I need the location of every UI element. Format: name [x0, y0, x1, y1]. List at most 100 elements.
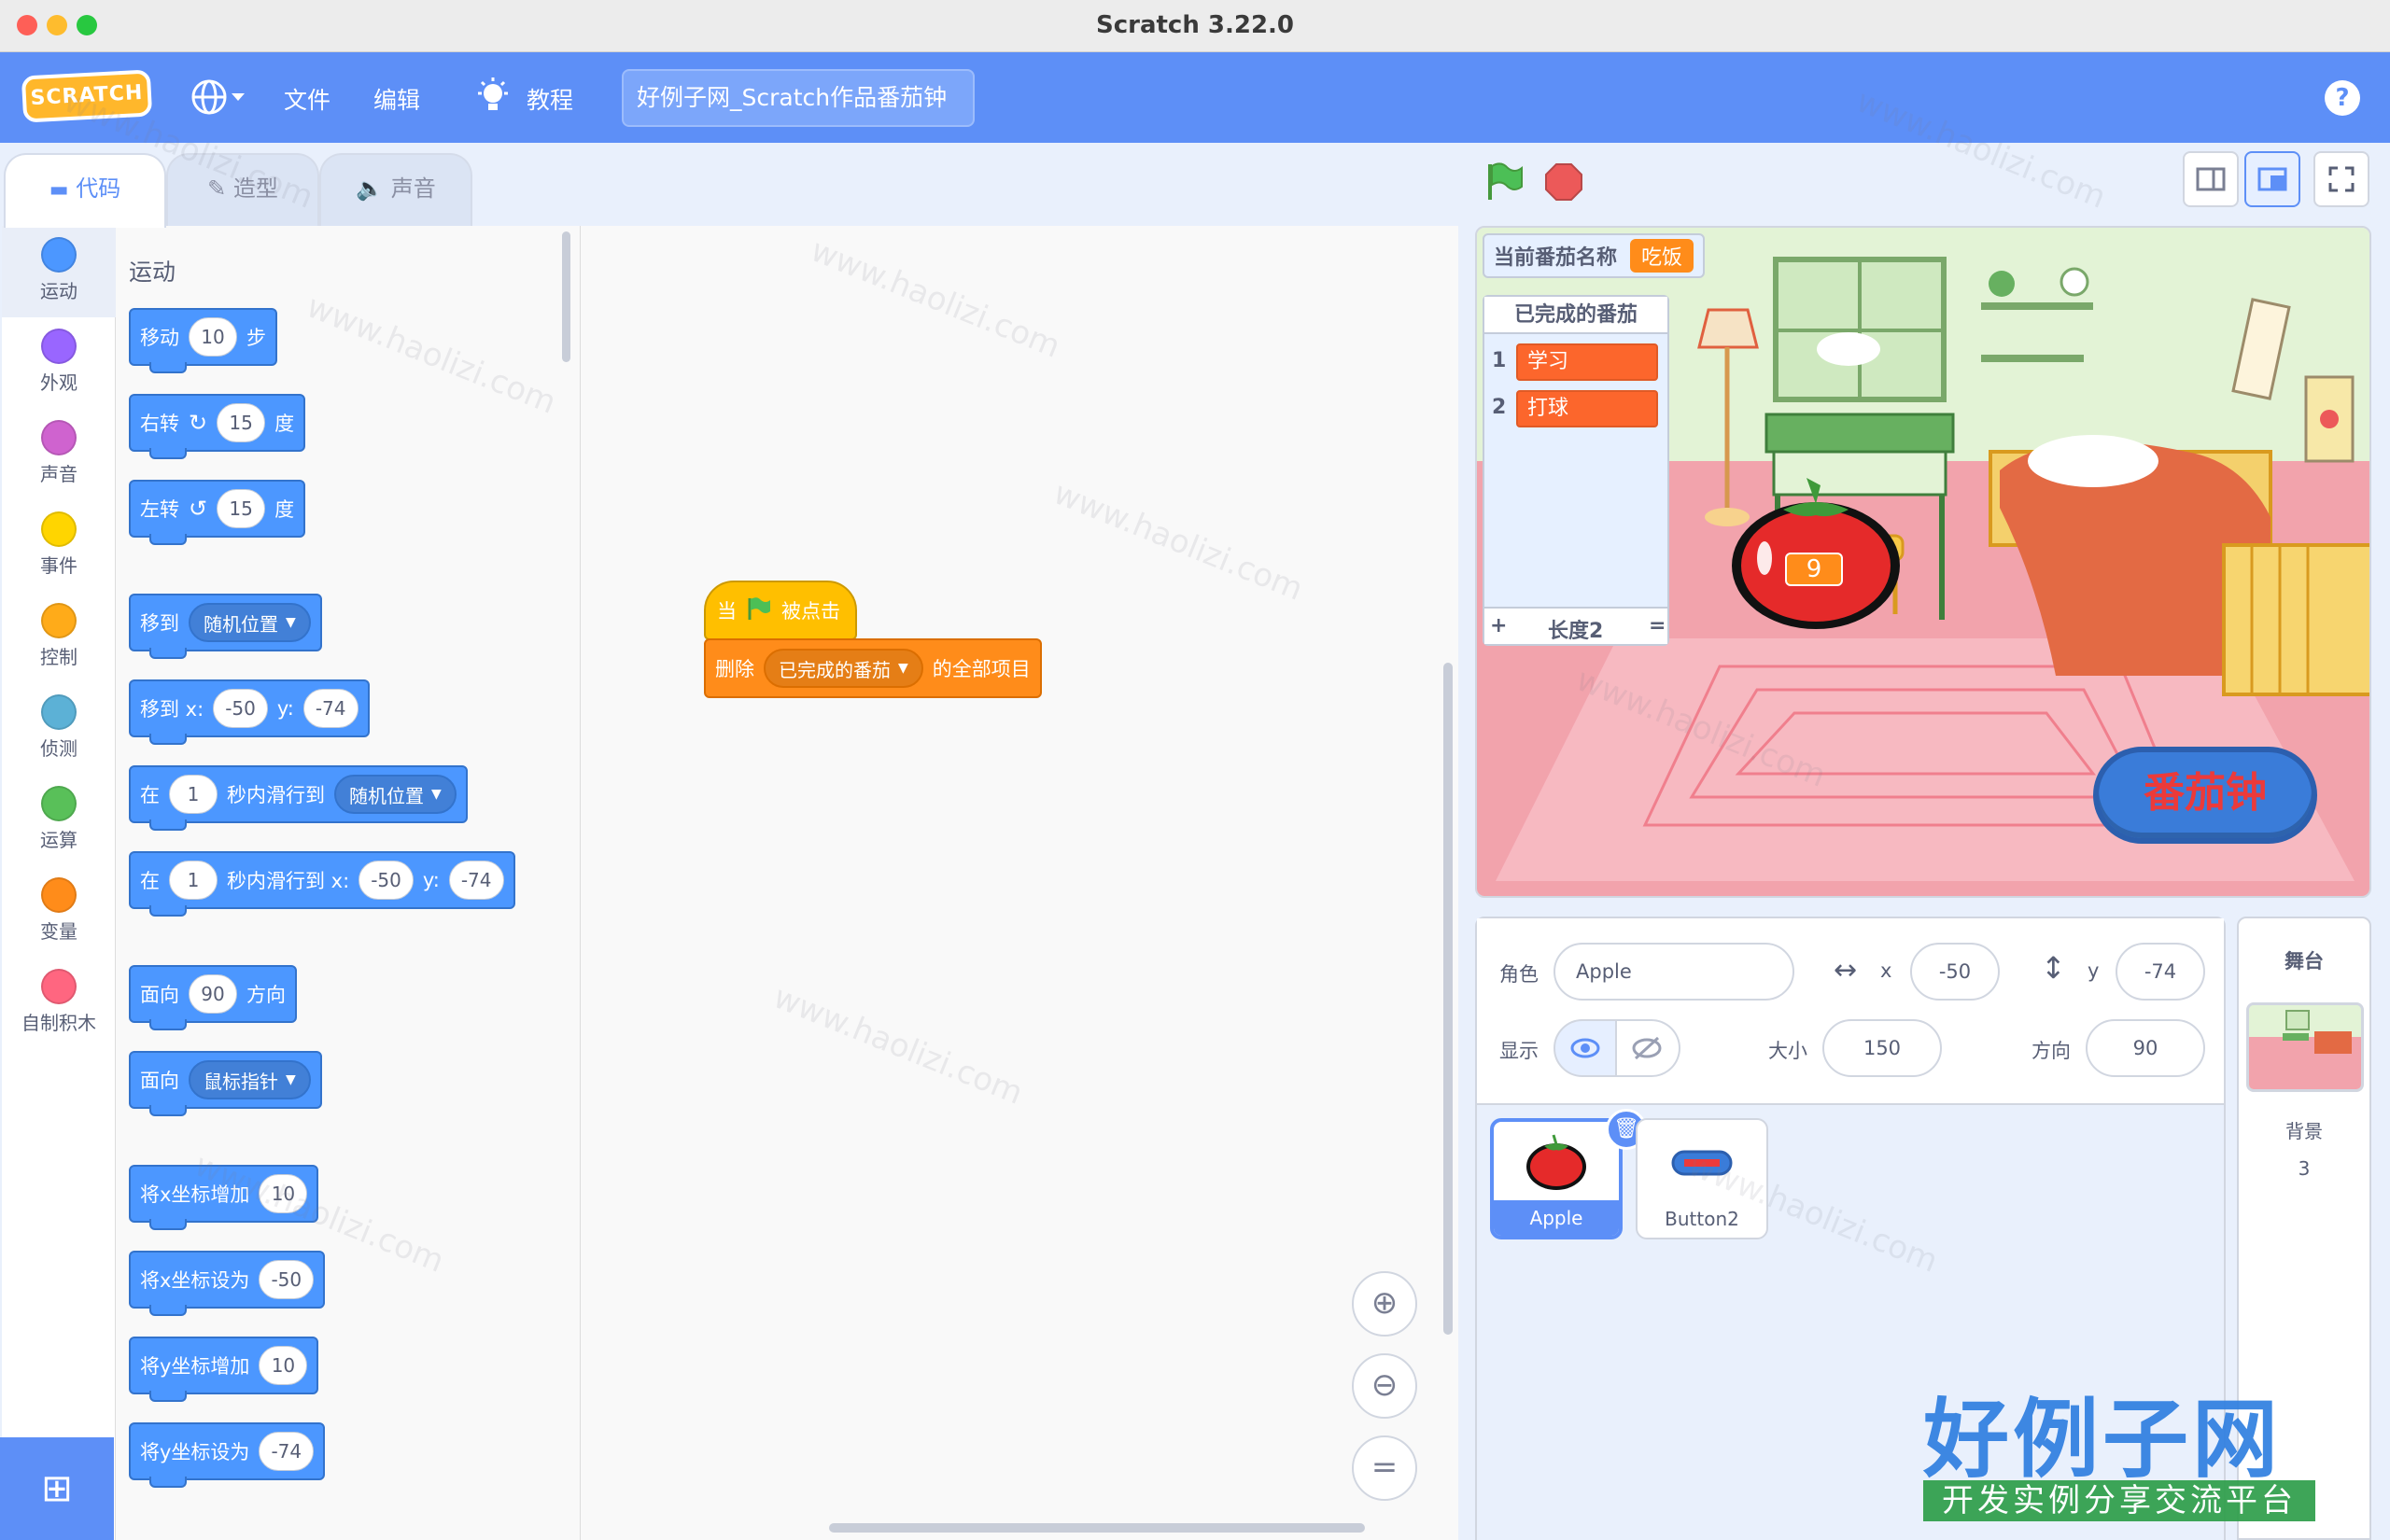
- dropdown-value: 鼠标指针: [204, 1070, 278, 1093]
- extension-icon: ⊞: [41, 1467, 73, 1510]
- block-set-x[interactable]: 将x坐标设为 -50: [129, 1251, 326, 1316]
- sprite-tile-apple[interactable]: Apple 🗑: [1490, 1109, 1647, 1239]
- scratch-logo[interactable]: SCRATCH: [21, 69, 153, 123]
- block-input[interactable]: 10: [189, 317, 237, 357]
- pomodoro-button-sprite[interactable]: 番茄钟: [2093, 747, 2317, 844]
- workspace-vertical-scrollbar[interactable]: [1443, 663, 1453, 1335]
- workspace-horizontal-scrollbar[interactable]: [829, 1523, 1365, 1533]
- brush-icon: ✎: [207, 175, 227, 202]
- direction-input[interactable]: 90: [2086, 1019, 2205, 1077]
- block-input[interactable]: 1: [169, 775, 218, 814]
- list-item[interactable]: 打球: [1516, 390, 1658, 427]
- list-add-button[interactable]: +: [1490, 614, 1507, 637]
- category-motion[interactable]: 运动: [2, 226, 116, 317]
- tutorials-lightbulb-icon[interactable]: [474, 77, 512, 119]
- apple-sprite[interactable]: 9: [1727, 474, 1905, 633]
- block-change-y[interactable]: 将y坐标增加 10: [129, 1337, 319, 1402]
- list-item[interactable]: 学习: [1516, 343, 1658, 381]
- tab-costumes[interactable]: ✎ 造型: [166, 153, 319, 228]
- y-input[interactable]: -74: [2116, 943, 2205, 1001]
- block-input[interactable]: -74: [448, 861, 504, 900]
- block-dropdown[interactable]: 鼠标指针 ▼: [189, 1060, 311, 1099]
- block-point-towards[interactable]: 面向 鼠标指针 ▼: [129, 1051, 322, 1116]
- category-motion-dot: [41, 237, 77, 273]
- block-goto-xy[interactable]: 移到 x: -50 y: -74: [129, 679, 370, 745]
- zoom-in-button[interactable]: ⊕: [1352, 1271, 1417, 1337]
- category-label: 侦测: [40, 737, 77, 760]
- block-input[interactable]: -50: [213, 689, 268, 728]
- block-input[interactable]: 90: [189, 974, 237, 1014]
- small-stage-button[interactable]: [2183, 151, 2239, 207]
- sprite-name-input[interactable]: Apple: [1554, 943, 1794, 1001]
- block-input[interactable]: -74: [259, 1432, 315, 1471]
- category-looks[interactable]: 外观: [2, 317, 116, 409]
- window-title: Scratch 3.22.0: [1095, 11, 1295, 39]
- dropdown-value: 已完成的番茄: [779, 658, 891, 681]
- zoom-reset-button[interactable]: =: [1352, 1435, 1417, 1501]
- block-input[interactable]: -50: [358, 861, 414, 900]
- add-extension-button[interactable]: ⊞: [0, 1437, 114, 1540]
- block-input[interactable]: -50: [259, 1260, 315, 1299]
- block-text: 移到: [140, 612, 179, 635]
- dropdown-value: 随机位置: [204, 612, 278, 636]
- list-dropdown[interactable]: 已完成的番茄 ▼: [764, 649, 923, 688]
- stop-button[interactable]: [1544, 162, 1583, 202]
- sprite-tile-name: Button2: [1665, 1208, 1739, 1230]
- category-control-dot: [41, 603, 77, 638]
- category-events[interactable]: 事件: [2, 500, 116, 592]
- tab-code[interactable]: ▬ 代码: [4, 153, 166, 228]
- block-dropdown[interactable]: 随机位置 ▼: [189, 603, 311, 642]
- zoom-out-icon: ⊖: [1371, 1366, 1399, 1404]
- block-input[interactable]: 10: [259, 1174, 308, 1213]
- category-operators[interactable]: 运算: [2, 775, 116, 866]
- category-sound[interactable]: 声音: [2, 409, 116, 500]
- green-flag-button[interactable]: [1483, 161, 1525, 203]
- x-input[interactable]: -50: [1910, 943, 2000, 1001]
- block-delete-all-of-list[interactable]: 删除 已完成的番茄 ▼ 的全部项目: [704, 638, 1042, 698]
- block-glide[interactable]: 在 1 秒内滑行到 随机位置 ▼: [129, 765, 468, 831]
- block-glide-xy[interactable]: 在 1 秒内滑行到 x: -50 y: -74: [129, 851, 515, 917]
- category-my-blocks[interactable]: 自制积木: [2, 958, 116, 1049]
- block-move-steps[interactable]: 移动 10 步: [129, 308, 277, 373]
- category-variables[interactable]: 变量: [2, 866, 116, 958]
- list-resize-handle[interactable]: =: [1649, 614, 1666, 637]
- category-label: 运算: [40, 829, 77, 851]
- menu-file[interactable]: 文件: [284, 82, 330, 116]
- variable-monitor[interactable]: 当前番茄名称 吃饭: [1483, 233, 1706, 278]
- zoom-out-button[interactable]: ⊖: [1352, 1353, 1417, 1419]
- language-globe-icon[interactable]: [189, 77, 246, 126]
- category-control[interactable]: 控制: [2, 592, 116, 683]
- fullscreen-button[interactable]: [2313, 151, 2369, 207]
- help-button[interactable]: ?: [2325, 80, 2360, 116]
- block-input[interactable]: -74: [302, 689, 358, 728]
- hide-sprite-button[interactable]: [1617, 1019, 1680, 1077]
- block-input[interactable]: 1: [169, 861, 218, 900]
- block-dropdown[interactable]: 随机位置 ▼: [334, 775, 457, 814]
- menu-edit[interactable]: 编辑: [373, 82, 420, 116]
- block-set-y[interactable]: 将y坐标设为 -74: [129, 1422, 326, 1488]
- block-input[interactable]: 15: [217, 403, 266, 442]
- block-goto[interactable]: 移到 随机位置 ▼: [129, 594, 322, 659]
- tab-costumes-label: 造型: [232, 175, 278, 202]
- category-sensing[interactable]: 侦测: [2, 683, 116, 775]
- menu-tutorials[interactable]: 教程: [527, 82, 573, 116]
- block-input[interactable]: 15: [217, 489, 266, 528]
- list-monitor[interactable]: 已完成的番茄 1 学习 2 打球 + 长度2 =: [1483, 295, 1669, 646]
- block-change-x[interactable]: 将x坐标增加 10: [129, 1165, 319, 1230]
- rotate-left-icon: ↺: [189, 496, 208, 522]
- block-when-flag-clicked[interactable]: 当 被点击: [704, 581, 857, 640]
- tab-sounds[interactable]: 🔈 声音: [319, 153, 472, 228]
- block-turn-right[interactable]: 右转 ↻ 15 度: [129, 394, 306, 459]
- sprite-tile-button2[interactable]: Button2: [1636, 1118, 1768, 1239]
- block-turn-left[interactable]: 左转 ↺ 15 度: [129, 480, 306, 545]
- block-point-direction[interactable]: 面向 90 方向: [129, 965, 297, 1030]
- palette-scrollbar[interactable]: [562, 231, 570, 362]
- script-workspace[interactable]: 当 被点击 删除 已完成的番茄 ▼ 的全部项目 ⊕ ⊖ =: [581, 226, 1458, 1540]
- stage-canvas[interactable]: 当前番茄名称 吃饭 已完成的番茄 1 学习 2 打球 + 长度2 = 9 番茄钟: [1475, 226, 2371, 898]
- block-input[interactable]: 10: [259, 1346, 308, 1385]
- large-stage-button[interactable]: [2244, 151, 2300, 207]
- stage-thumbnail[interactable]: [2246, 1002, 2364, 1092]
- show-sprite-button[interactable]: [1554, 1019, 1617, 1077]
- size-input[interactable]: 150: [1822, 1019, 1942, 1077]
- project-title-input[interactable]: 好例子网_Scratch作品番茄钟: [622, 69, 975, 127]
